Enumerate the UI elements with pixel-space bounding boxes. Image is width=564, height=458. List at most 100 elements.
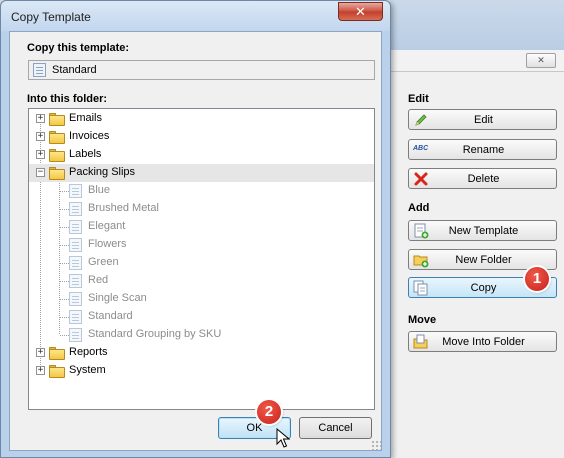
close-icon: ✕	[537, 55, 545, 65]
folder-icon	[49, 149, 65, 162]
move-into-folder-button-label: Move Into Folder	[442, 335, 525, 348]
move-section-heading: Move	[408, 314, 437, 326]
dialog-titlebar[interactable]: Copy Template ✕	[1, 1, 390, 31]
tree-item-template[interactable]: Blue	[29, 182, 374, 200]
tree-item-label: Emails	[69, 112, 103, 124]
add-section-heading: Add	[408, 202, 430, 214]
document-icon	[69, 202, 82, 216]
rename-abc-icon: ABC	[413, 142, 429, 158]
tree-item-template[interactable]: Flowers	[29, 236, 374, 254]
edit-button-label: Edit	[474, 113, 493, 126]
tree-item-label: Invoices	[69, 130, 110, 142]
tree-item-label: Reports	[69, 346, 108, 358]
folder-icon	[49, 131, 65, 144]
tree-connector	[60, 281, 69, 282]
tree-item-label: Elegant	[88, 220, 126, 232]
folder-icon	[49, 113, 65, 126]
tree-connector	[60, 263, 69, 264]
template-name-value: Standard	[52, 64, 97, 76]
tree-connector	[60, 317, 69, 318]
copy-template-label: Copy this template:	[27, 42, 130, 54]
document-icon	[69, 220, 82, 234]
step-2-callout: 2	[257, 400, 281, 424]
tree-item-reports[interactable]: + Reports	[29, 344, 374, 362]
rename-button[interactable]: ABC Rename	[408, 139, 557, 160]
delete-button-label: Delete	[467, 172, 500, 185]
expand-icon[interactable]: +	[36, 150, 45, 159]
tree-item-label: Packing Slips	[69, 166, 136, 178]
tree-item-labels[interactable]: + Labels	[29, 146, 374, 164]
document-icon	[69, 274, 82, 288]
delete-button[interactable]: Delete	[408, 168, 557, 189]
expand-icon[interactable]: +	[36, 132, 45, 141]
new-document-icon	[413, 223, 429, 239]
tree-item-template[interactable]: Brushed Metal	[29, 200, 374, 218]
edit-section-heading: Edit	[408, 93, 429, 105]
tree-connector	[60, 227, 69, 228]
close-icon: ✕	[355, 4, 366, 19]
collapse-icon[interactable]: −	[36, 168, 45, 177]
expand-icon[interactable]: +	[36, 348, 45, 357]
document-icon	[69, 238, 82, 252]
tree-item-label: Standard Grouping by SKU	[88, 328, 222, 340]
step-1-callout: 1	[525, 267, 549, 291]
edit-button[interactable]: Edit	[408, 109, 557, 130]
panel-close-button[interactable]: ✕	[526, 53, 556, 68]
move-icon	[413, 334, 429, 350]
tree-connector	[60, 299, 69, 300]
document-icon	[69, 310, 82, 324]
copy-icon	[413, 280, 429, 296]
tree-item-label: Red	[88, 274, 109, 286]
tree-item-label: Flowers	[88, 238, 127, 250]
cancel-button[interactable]: Cancel	[299, 417, 372, 439]
dialog-client-area: Copy this template: Standard Into this f…	[9, 31, 382, 451]
pencil-icon	[413, 112, 429, 128]
dialog-title: Copy Template	[11, 10, 91, 24]
tree-item-invoices[interactable]: + Invoices	[29, 128, 374, 146]
resize-grip-icon[interactable]	[371, 440, 381, 450]
tree-item-label: Blue	[88, 184, 111, 196]
tree-item-label: Green	[88, 256, 119, 268]
tree-connector	[60, 209, 69, 210]
abc-text: ABC	[413, 144, 429, 152]
document-icon	[69, 292, 82, 306]
folder-icon	[49, 347, 65, 360]
tree-connector	[60, 245, 69, 246]
tree-item-label: Standard	[88, 310, 133, 322]
document-icon	[69, 184, 82, 198]
tree-item-label: Brushed Metal	[88, 202, 159, 214]
tree-connector	[60, 191, 69, 192]
red-x-icon	[413, 171, 429, 187]
tree-item-template[interactable]: Standard	[29, 308, 374, 326]
tree-item-packing-slips[interactable]: − Packing Slips	[29, 164, 374, 182]
tree-item-template[interactable]: Elegant	[29, 218, 374, 236]
dialog-close-button[interactable]: ✕	[338, 2, 383, 21]
copy-template-dialog: Copy Template ✕ Copy this template: Stan…	[0, 0, 391, 458]
tree-item-template[interactable]: Single Scan	[29, 290, 374, 308]
document-icon	[69, 256, 82, 270]
tree-item-template[interactable]: Standard Grouping by SKU	[29, 326, 374, 344]
expand-icon[interactable]: +	[36, 366, 45, 375]
move-into-folder-button[interactable]: Move Into Folder	[408, 331, 557, 352]
new-template-button-label: New Template	[448, 224, 519, 237]
tree-item-template[interactable]: Red	[29, 272, 374, 290]
tree-connector	[60, 335, 69, 336]
new-template-button[interactable]: New Template	[408, 220, 557, 241]
tree-item-label: System	[69, 364, 106, 376]
mouse-cursor-icon	[276, 428, 290, 448]
new-folder-icon	[413, 252, 429, 268]
tree-item-emails[interactable]: + Emails	[29, 110, 374, 128]
tree-item-system[interactable]: + System	[29, 362, 374, 380]
folder-tree[interactable]: + Emails + Invoices + Labels − Packing S…	[28, 108, 375, 410]
into-folder-label: Into this folder:	[27, 93, 108, 105]
main-window-titlebar	[390, 0, 564, 50]
expand-icon[interactable]: +	[36, 114, 45, 123]
rename-button-label: Rename	[462, 143, 505, 156]
document-icon	[33, 63, 46, 77]
tree-item-template[interactable]: Green	[29, 254, 374, 272]
folder-open-icon	[49, 167, 65, 180]
document-icon	[69, 328, 82, 342]
tree-item-label: Labels	[69, 148, 102, 160]
new-folder-button-label: New Folder	[455, 253, 512, 266]
folder-icon	[49, 365, 65, 378]
